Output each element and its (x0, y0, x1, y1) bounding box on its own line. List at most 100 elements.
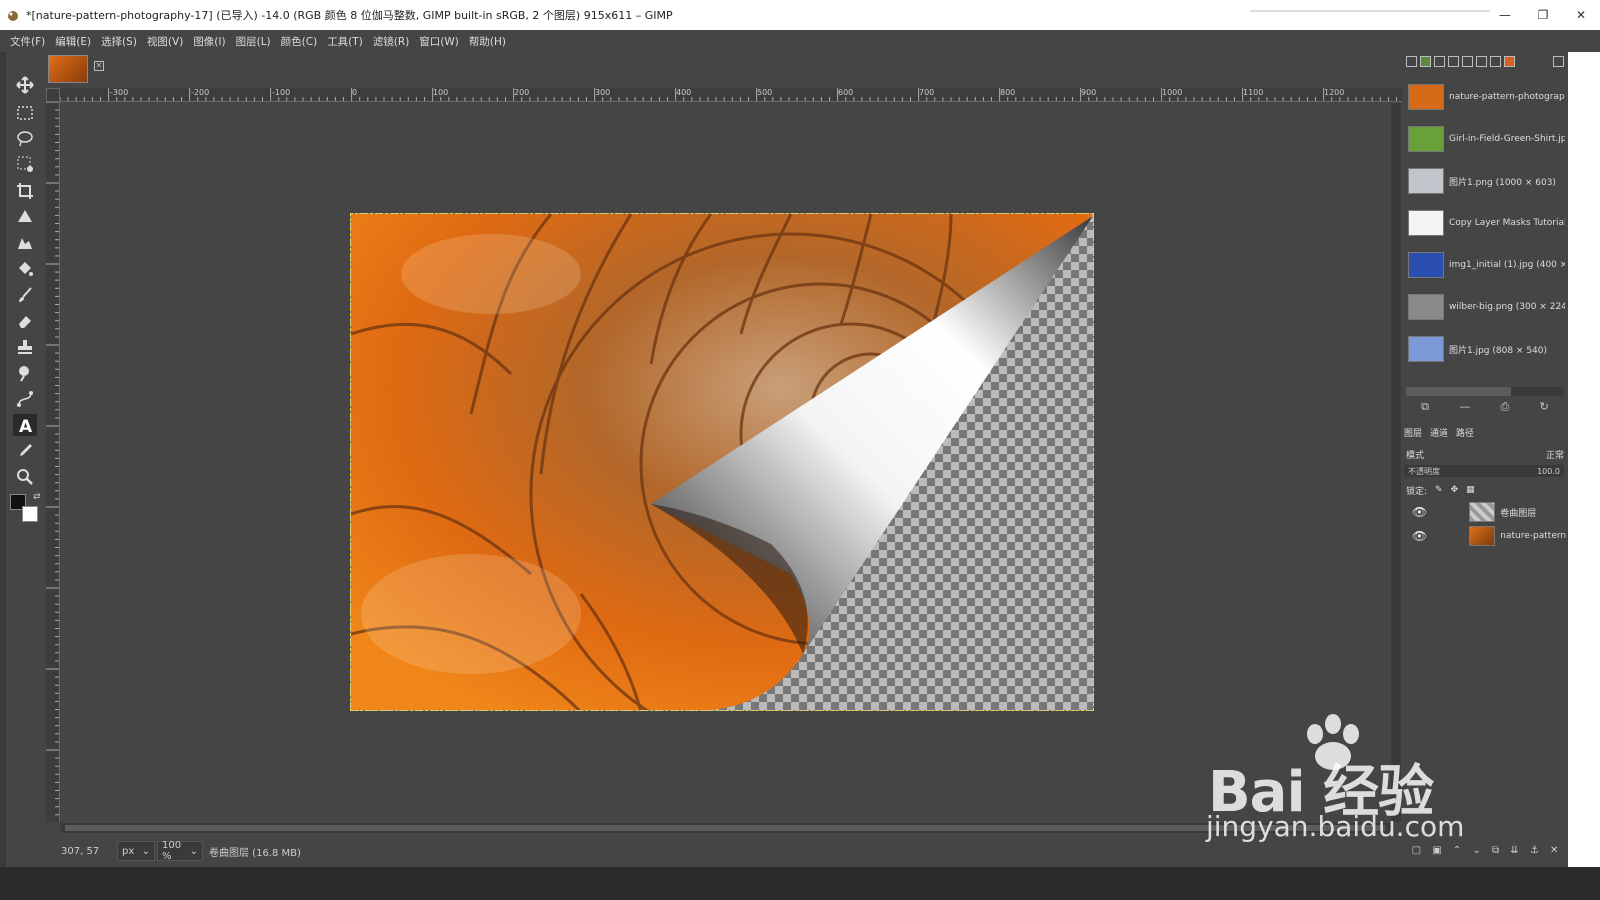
visibility-eye-icon[interactable]: 👁 (1412, 505, 1429, 519)
tab-layers[interactable]: 图层 (1404, 426, 1422, 439)
layer-row[interactable]: 👁 nature-pattern-p (1404, 524, 1566, 548)
zoom-tool-icon[interactable] (13, 466, 37, 488)
tab-icon[interactable] (1490, 56, 1501, 67)
layer-row[interactable]: 👁 卷曲图层 (1404, 500, 1566, 524)
mode-select[interactable]: 正常 (1546, 448, 1564, 461)
list-item[interactable]: nature-pattern-photography- (1404, 76, 1566, 118)
toolbox: A ⇄ (7, 52, 45, 867)
print-icon[interactable]: ⎙ (1501, 400, 1510, 418)
scroll-thumb[interactable] (1406, 387, 1511, 396)
eraser-icon[interactable] (13, 310, 37, 332)
opacity-label: 不透明度 (1408, 466, 1440, 476)
list-item[interactable]: img1_initial (1).jpg (400 × 2( (1404, 244, 1566, 286)
ruler-label: 400 (676, 88, 692, 97)
list-item[interactable]: 图片1.png (1000 × 603) (1404, 160, 1566, 202)
bucket-fill-icon[interactable] (13, 258, 37, 280)
maximize-button[interactable]: ❐ (1524, 0, 1562, 30)
smudge-tool-icon[interactable] (13, 362, 37, 384)
menu-colors[interactable]: 颜色(C) (281, 34, 318, 49)
menu-bar: 文件(F) 编辑(E) 选择(S) 视图(V) 图像(I) 图层(L) 颜色(C… (0, 30, 1600, 52)
menu-filters[interactable]: 滤镜(R) (373, 34, 410, 49)
warp-tool-icon[interactable] (13, 232, 37, 254)
menu-image[interactable]: 图像(I) (193, 34, 225, 49)
lock-alpha-icon[interactable]: ▦ (1466, 485, 1475, 495)
new-view-icon[interactable]: ⧉ (1421, 400, 1429, 418)
ruler-label: 1200 (1324, 88, 1345, 97)
swap-colors-icon[interactable]: ⇄ (33, 492, 41, 502)
list-item[interactable]: 图片1.jpg (808 × 540) (1404, 328, 1566, 370)
horizontal-scrollbar[interactable] (61, 823, 1391, 833)
list-item[interactable]: Girl-in-Field-Green-Shirt.jpg ( (1404, 118, 1566, 160)
clone-stamp-icon[interactable] (13, 336, 37, 358)
menu-file[interactable]: 文件(F) (10, 34, 45, 49)
image-name: Copy Layer Masks Tutorial C (1449, 218, 1565, 228)
menu-select[interactable]: 选择(S) (101, 34, 137, 49)
horizontal-ruler[interactable]: -300 -200 -100 0 100 200 300 400 500 600… (60, 88, 1412, 102)
tab-channels[interactable]: 通道 (1430, 426, 1448, 439)
zoom-value: 100 % (162, 840, 182, 862)
background-color-swatch[interactable] (22, 506, 38, 522)
menu-edit[interactable]: 编辑(E) (55, 34, 91, 49)
visibility-eye-icon[interactable]: 👁 (1412, 529, 1429, 543)
tab-icon[interactable] (1462, 56, 1473, 67)
lasso-select-icon[interactable] (13, 128, 37, 150)
images-list: nature-pattern-photography- Girl-in-Fiel… (1404, 76, 1566, 370)
text-tool-icon[interactable]: A (13, 414, 37, 436)
menu-layer[interactable]: 图层(L) (236, 34, 271, 49)
fuzzy-select-icon[interactable] (13, 153, 37, 175)
tab-icon[interactable] (1553, 56, 1564, 67)
tab-icon[interactable] (1406, 56, 1417, 67)
rect-select-icon[interactable] (13, 102, 37, 124)
close-icon[interactable]: ✕ (94, 61, 104, 71)
zoom-select[interactable]: 100 % ⌄ (157, 840, 203, 862)
lock-pixels-icon[interactable]: ✎ (1435, 485, 1443, 495)
lock-position-icon[interactable]: ✥ (1451, 485, 1459, 495)
color-picker-icon[interactable] (13, 440, 37, 462)
paths-tool-icon[interactable] (13, 388, 37, 410)
ruler-label: 700 (919, 88, 935, 97)
layers-panel-tabs: 图层 通道 路径 (1404, 424, 1566, 440)
opacity-slider[interactable]: 不透明度 100.0 (1404, 465, 1564, 477)
tab-icon[interactable] (1476, 56, 1487, 67)
menu-help[interactable]: 帮助(H) (469, 34, 506, 49)
scroll-thumb[interactable] (65, 825, 1385, 831)
image-tab-strip: ✕ (46, 52, 1416, 88)
active-layer-info: 卷曲图层 (16.8 MB) (209, 847, 301, 859)
tab-icon[interactable] (1434, 56, 1445, 67)
remove-icon[interactable]: — (1459, 400, 1470, 418)
ruler-label: 200 (514, 88, 530, 97)
tab-icon[interactable] (1504, 56, 1515, 67)
transform-tool-icon[interactable] (13, 206, 37, 228)
minimize-button[interactable]: — (1486, 0, 1524, 30)
crop-tool-icon[interactable] (13, 180, 37, 202)
close-button[interactable]: ✕ (1562, 0, 1600, 30)
layer-name: 卷曲图层 (1500, 508, 1537, 519)
list-item[interactable]: Copy Layer Masks Tutorial C (1404, 202, 1566, 244)
ruler-label: 1100 (1243, 88, 1264, 97)
ruler-label: -300 (110, 88, 129, 97)
tab-icon[interactable] (1420, 56, 1431, 67)
image-thumbnail (1408, 84, 1444, 110)
images-panel-tabs (1406, 56, 1564, 72)
tab-icon[interactable] (1448, 56, 1459, 67)
paintbrush-icon[interactable] (13, 284, 37, 306)
merge-down-icon[interactable]: ⇊ (1510, 845, 1518, 861)
menu-tools[interactable]: 工具(T) (327, 34, 363, 49)
anchor-icon[interactable]: ⚓ (1530, 845, 1539, 861)
vertical-ruler[interactable] (46, 102, 60, 822)
refresh-icon[interactable]: ↻ (1540, 400, 1549, 418)
ruler-ticks (46, 102, 59, 816)
images-panel-scrollbar[interactable] (1406, 387, 1564, 396)
image-canvas[interactable] (350, 213, 1094, 711)
delete-layer-icon[interactable]: ✕ (1550, 845, 1558, 861)
ruler-corner[interactable] (46, 88, 60, 102)
menu-windows[interactable]: 窗口(W) (419, 34, 459, 49)
menu-view[interactable]: 视图(V) (147, 34, 183, 49)
image-tab-thumbnail[interactable] (48, 55, 88, 83)
move-tool-icon[interactable] (13, 74, 37, 96)
unit-select[interactable]: px ⌄ (117, 841, 155, 861)
tab-paths[interactable]: 路径 (1456, 426, 1474, 439)
image-thumbnail (1408, 252, 1444, 278)
list-item[interactable]: wilber-big.png (300 × 224) (1404, 286, 1566, 328)
layer-thumbnail (1468, 502, 1496, 522)
